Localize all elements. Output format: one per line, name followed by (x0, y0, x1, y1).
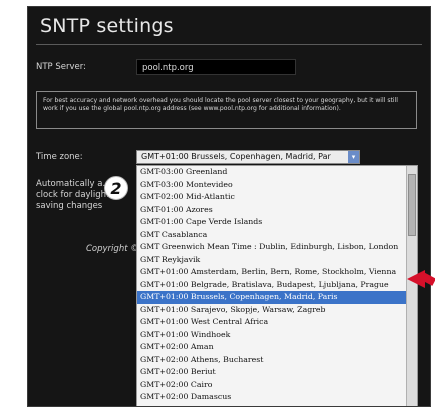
ntp-server-input[interactable]: pool.ntp.org (136, 59, 296, 75)
dropdown-option[interactable]: GMT Casablanca (137, 229, 417, 242)
dropdown-option[interactable]: GMT+02:00 Cairo (137, 379, 417, 392)
step-number-badge: 2 (104, 176, 128, 200)
title-divider (36, 44, 422, 45)
dropdown-option[interactable]: GMT-03:00 Montevideo (137, 179, 417, 192)
info-notice: For best accuracy and network overhead y… (36, 91, 417, 129)
dropdown-option[interactable]: GMT+01:00 Amsterdam, Berlin, Bern, Rome,… (137, 266, 417, 279)
scrollbar-thumb[interactable] (408, 174, 416, 236)
page-title: SNTP settings (40, 15, 174, 37)
sntp-settings-panel: SNTP settings NTP Server: pool.ntp.org F… (27, 6, 431, 407)
time-zone-selected-value: GMT+01:00 Brussels, Copenhagen, Madrid, … (141, 152, 331, 161)
dropdown-option[interactable]: GMT+02:00 Damascus (137, 391, 417, 404)
chevron-down-icon[interactable]: ▾ (348, 151, 359, 163)
copyright-text: Copyright © (86, 244, 139, 254)
dropdown-option[interactable]: GMT+02:00 Harare, Pretoria (137, 404, 417, 407)
dropdown-option[interactable]: GMT+01:00 Windhoek (137, 329, 417, 342)
dropdown-option-selected[interactable]: GMT+01:00 Brussels, Copenhagen, Madrid, … (137, 291, 417, 304)
dropdown-option[interactable]: GMT+01:00 West Central Africa (137, 316, 417, 329)
time-zone-label: Time zone: (36, 152, 83, 163)
time-zone-dropdown-list[interactable]: GMT-03:00 GreenlandGMT-03:00 MontevideoG… (136, 165, 418, 407)
dropdown-option[interactable]: GMT Greenwich Mean Time : Dublin, Edinbu… (137, 241, 417, 254)
dropdown-option[interactable]: GMT+02:00 Athens, Bucharest (137, 354, 417, 367)
ntp-server-label: NTP Server: (36, 62, 86, 73)
dropdown-option[interactable]: GMT-01:00 Cape Verde Islands (137, 216, 417, 229)
dropdown-option[interactable]: GMT-02:00 Mid-Atlantic (137, 191, 417, 204)
dropdown-option[interactable]: GMT+01:00 Belgrade, Bratislava, Budapest… (137, 279, 417, 292)
dropdown-option[interactable]: GMT-03:00 Greenland (137, 166, 417, 179)
dropdown-option[interactable]: GMT Reykjavik (137, 254, 417, 267)
dropdown-option[interactable]: GMT+02:00 Aman (137, 341, 417, 354)
dropdown-option[interactable]: GMT-01:00 Azores (137, 204, 417, 217)
dropdown-options: GMT-03:00 GreenlandGMT-03:00 MontevideoG… (137, 166, 417, 407)
dropdown-option[interactable]: GMT+01:00 Sarajevo, Skopje, Warsaw, Zagr… (137, 304, 417, 317)
time-zone-select[interactable]: GMT+01:00 Brussels, Copenhagen, Madrid, … (136, 150, 360, 164)
dropdown-option[interactable]: GMT+02:00 Beriut (137, 366, 417, 379)
